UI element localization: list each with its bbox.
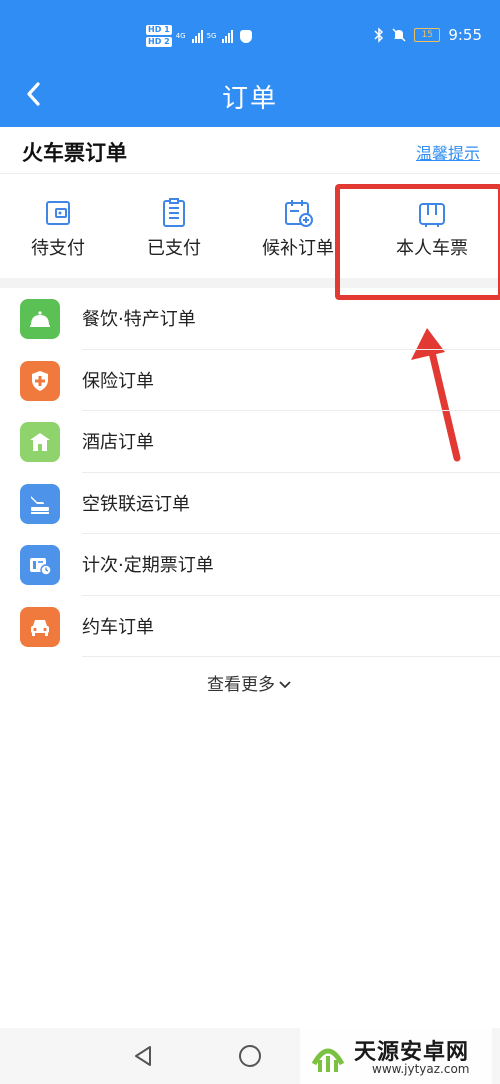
bluetooth-icon [374,27,384,43]
watermark-url: www.jytyaz.com [372,1062,470,1076]
car-icon [20,606,60,647]
calendar-add-icon [285,200,313,227]
hd-indicators: HD 1 HD 2 [146,25,172,47]
tab-pending-payment[interactable]: 待支付 [3,174,113,278]
hd2-badge: HD 2 [146,37,172,47]
page-title: 订单 [221,84,278,114]
list-item-food[interactable]: 餐饮·特产订单 [0,288,500,350]
mute-bell-icon [392,28,406,42]
list-item-label: 酒店订单 [82,432,154,453]
status-bar: HD 1 HD 2 4G 5G 15 9:55 [0,0,500,70]
signal2-icon [222,29,234,43]
watermark-logo-icon [311,1048,345,1072]
status-left: HD 1 HD 2 4G 5G [146,22,253,50]
see-more-button[interactable]: 查看更多 [0,670,500,695]
list-item-label: 餐饮·特产订单 [82,309,196,330]
list-item-periodic-ticket[interactable]: 计次·定期票订单 [0,534,500,596]
hotel-icon [20,422,60,462]
header-bar: HD 1 HD 2 4G 5G 15 9:55 订单 [0,0,500,127]
highlight-box [335,184,500,300]
list-item-insurance[interactable]: 保险订单 [0,350,500,411]
shield-icon [240,29,253,43]
wallet-icon [46,201,70,225]
other-orders-list: 餐饮·特产订单 保险订单 酒店订单 空铁联运订单 计次·定期票订单 约车订单 [0,288,500,657]
nav-back-icon[interactable] [130,1042,158,1070]
status-right: 15 9:55 [374,26,482,44]
tab-paid[interactable]: 已支付 [119,174,229,278]
train-order-header: 火车票订单 温馨提示 [0,127,500,174]
nav-home-icon[interactable] [236,1042,264,1070]
section-title: 火车票订单 [22,141,127,165]
ticket-clock-icon [20,545,60,585]
net1-label: 4G [175,32,186,40]
list-item-hotel[interactable]: 酒店订单 [0,411,500,473]
shield-plus-icon [20,360,60,401]
tab-label: 待支付 [31,238,85,259]
list-item-air-rail[interactable]: 空铁联运订单 [0,473,500,534]
list-item-label: 保险订单 [82,370,154,392]
tips-link[interactable]: 温馨提示 [416,140,480,164]
list-item-car[interactable]: 约车订单 [0,596,500,657]
plane-train-icon [20,483,60,524]
net2-label: 5G [206,32,217,40]
list-item-label: 计次·定期票订单 [82,555,214,576]
row-divider [82,656,500,657]
battery-icon: 15 [414,28,441,42]
see-more-label: 查看更多 [207,675,275,695]
list-item-label: 约车订单 [82,616,154,638]
nav-bar: 订单 [0,70,500,120]
list-item-label: 空铁联运订单 [82,493,190,515]
food-bell-icon [20,299,60,339]
signal1-icon [191,29,203,43]
clock: 9:55 [448,26,482,44]
hd1-badge: HD 1 [146,25,172,35]
chevron-down-icon [279,681,291,689]
watermark: 天源安卓网 www.jytyaz.com [300,1028,492,1084]
clipboard-icon [163,198,185,227]
tab-label: 已支付 [147,238,201,259]
